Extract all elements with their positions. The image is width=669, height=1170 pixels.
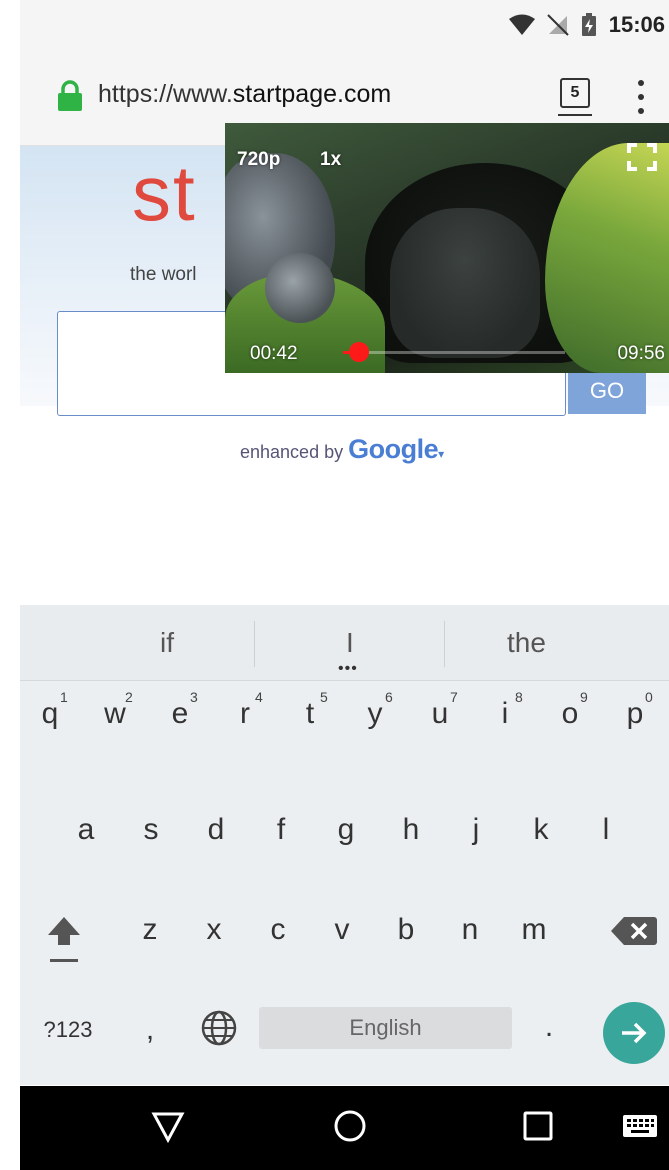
- soft-keyboard: if I the ••• q1w2e3r4t5y6u7i8o9p0 asdfgh…: [20, 605, 669, 1085]
- url-host: startpage.com: [232, 80, 392, 108]
- enter-button[interactable]: [603, 1002, 665, 1064]
- key-hint: 3: [190, 689, 198, 705]
- recents-icon[interactable]: [520, 1108, 556, 1144]
- dropdown-caret-icon: ▾: [438, 447, 445, 461]
- comma-key[interactable]: ,: [130, 1013, 170, 1047]
- home-icon[interactable]: [332, 1108, 368, 1144]
- lock-icon: [58, 80, 82, 111]
- key-hint: 0: [645, 689, 653, 705]
- key-h[interactable]: h: [391, 813, 431, 847]
- key-hint: 7: [450, 689, 458, 705]
- space-label: English: [349, 1015, 422, 1040]
- shift-icon[interactable]: [44, 913, 84, 965]
- phone-screen: 15:06 https://www.startpage.com 5 st the…: [20, 0, 669, 1170]
- video-frame-rock-small: [265, 253, 335, 323]
- status-bar: 15:06: [20, 0, 669, 50]
- video-frame-grass-right: [545, 143, 669, 373]
- tagline: the worl: [130, 264, 197, 285]
- key-hint: 8: [515, 689, 523, 705]
- key-g[interactable]: g: [326, 813, 366, 847]
- key-n[interactable]: n: [450, 913, 490, 947]
- floating-video-player[interactable]: 720p 1x 00:42 09:56: [225, 123, 669, 373]
- google-brand: Google: [348, 434, 439, 464]
- space-bar[interactable]: English: [259, 1007, 512, 1049]
- url-text[interactable]: https://www.startpage.com: [98, 80, 391, 109]
- key-hint: 1: [60, 689, 68, 705]
- current-time: 00:42: [250, 343, 298, 364]
- key-c[interactable]: c: [258, 913, 298, 947]
- key-hint: 2: [125, 689, 133, 705]
- backspace-icon[interactable]: [610, 915, 658, 947]
- progress-bar[interactable]: [343, 342, 565, 362]
- period-key[interactable]: .: [529, 1010, 569, 1044]
- suggestion-divider: [254, 621, 255, 667]
- key-x[interactable]: x: [194, 913, 234, 947]
- suggestion-strip: if I the •••: [20, 605, 669, 681]
- battery-charging-icon: [581, 13, 596, 36]
- keyboard-switch-icon[interactable]: [622, 1112, 658, 1140]
- status-icons: 15:06: [508, 0, 669, 50]
- suggestion-2[interactable]: I: [346, 627, 354, 659]
- key-hint: 5: [320, 689, 328, 705]
- key-hint: 9: [580, 689, 588, 705]
- key-a[interactable]: a: [66, 813, 106, 847]
- key-f[interactable]: f: [261, 813, 301, 847]
- status-time: 15:06: [608, 12, 665, 37]
- tab-switcher-button[interactable]: 5: [560, 78, 590, 108]
- key-hint: 4: [255, 689, 263, 705]
- startpage-logo: st: [132, 149, 197, 237]
- key-j[interactable]: j: [456, 813, 496, 847]
- key-s[interactable]: s: [131, 813, 171, 847]
- arrow-right-icon: [622, 1022, 647, 1044]
- no-signal-icon: [547, 14, 569, 36]
- progress-thumb[interactable]: [348, 342, 369, 362]
- enhanced-by-google[interactable]: enhanced by Google▾: [240, 434, 444, 465]
- key-hint: 6: [385, 689, 393, 705]
- suggestion-1[interactable]: if: [160, 627, 174, 659]
- key-d[interactable]: d: [196, 813, 236, 847]
- tab-switcher-underline: [558, 114, 592, 116]
- key-b[interactable]: b: [386, 913, 426, 947]
- key-m[interactable]: m: [514, 913, 554, 947]
- navigation-bar: [20, 1086, 669, 1170]
- wifi-icon: [508, 14, 535, 35]
- suggestion-3[interactable]: the: [507, 627, 546, 659]
- speed-button[interactable]: 1x: [320, 149, 341, 171]
- quality-button[interactable]: 720p: [237, 149, 280, 171]
- total-time: 09:56: [617, 343, 665, 364]
- tab-count: 5: [570, 84, 580, 101]
- url-prefix: https://www.: [98, 80, 233, 108]
- suggestion-divider: [444, 621, 445, 667]
- overflow-menu-icon[interactable]: [635, 80, 647, 114]
- more-suggestions-icon[interactable]: •••: [338, 661, 358, 677]
- enhanced-prefix: enhanced by: [240, 442, 344, 462]
- symbols-key[interactable]: ?123: [38, 1017, 98, 1043]
- key-z[interactable]: z: [130, 913, 170, 947]
- globe-icon[interactable]: [200, 1009, 238, 1047]
- fullscreen-icon[interactable]: [627, 143, 657, 171]
- key-l[interactable]: l: [586, 813, 626, 847]
- back-icon[interactable]: [150, 1108, 186, 1144]
- left-margin: [0, 0, 20, 1170]
- key-v[interactable]: v: [322, 913, 362, 947]
- key-k[interactable]: k: [521, 813, 561, 847]
- video-frame-character: [390, 208, 540, 358]
